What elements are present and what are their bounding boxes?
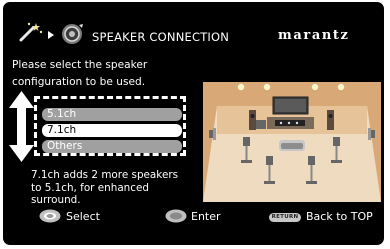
enter-button-icon: [165, 209, 187, 223]
page-title: SPEAKER CONNECTION: [92, 30, 230, 44]
option-description: 7.1ch adds 2 more speakers to 5.1ch, for…: [31, 169, 191, 207]
magic-wand-icon: [19, 22, 43, 42]
option-5-1ch[interactable]: 5.1ch: [42, 108, 182, 121]
guide-enter-label: Enter: [191, 210, 221, 223]
instruction-line: Please select the speaker: [12, 59, 148, 71]
guide-select-label: Select: [66, 210, 100, 223]
return-button-icon: RETURN: [269, 213, 301, 222]
speaker-layout-illustration: [203, 82, 381, 202]
instruction-line: configuration to be used.: [12, 76, 146, 88]
description-line: surround.: [31, 194, 81, 206]
description-line: 7.1ch adds 2 more speakers: [31, 169, 179, 181]
app-frame: SPEAKER CONNECTION marantz Please select…: [0, 0, 390, 249]
cursor-pad-icon: [39, 209, 61, 223]
instruction-text: Please select the speaker configuration …: [12, 57, 192, 91]
option-others[interactable]: Others: [42, 140, 182, 153]
brand-logo: marantz: [278, 28, 350, 43]
setup-screen: SPEAKER CONNECTION marantz Please select…: [3, 2, 384, 245]
option-7-1ch[interactable]: 7.1ch: [42, 124, 182, 137]
up-down-arrow-icon: [9, 91, 34, 162]
play-arrow-icon: [48, 31, 54, 39]
speaker-setup-icon: [62, 24, 83, 44]
description-line: to 5.1ch, for enhanced: [31, 181, 149, 194]
guide-back-label: Back to TOP: [306, 210, 373, 223]
